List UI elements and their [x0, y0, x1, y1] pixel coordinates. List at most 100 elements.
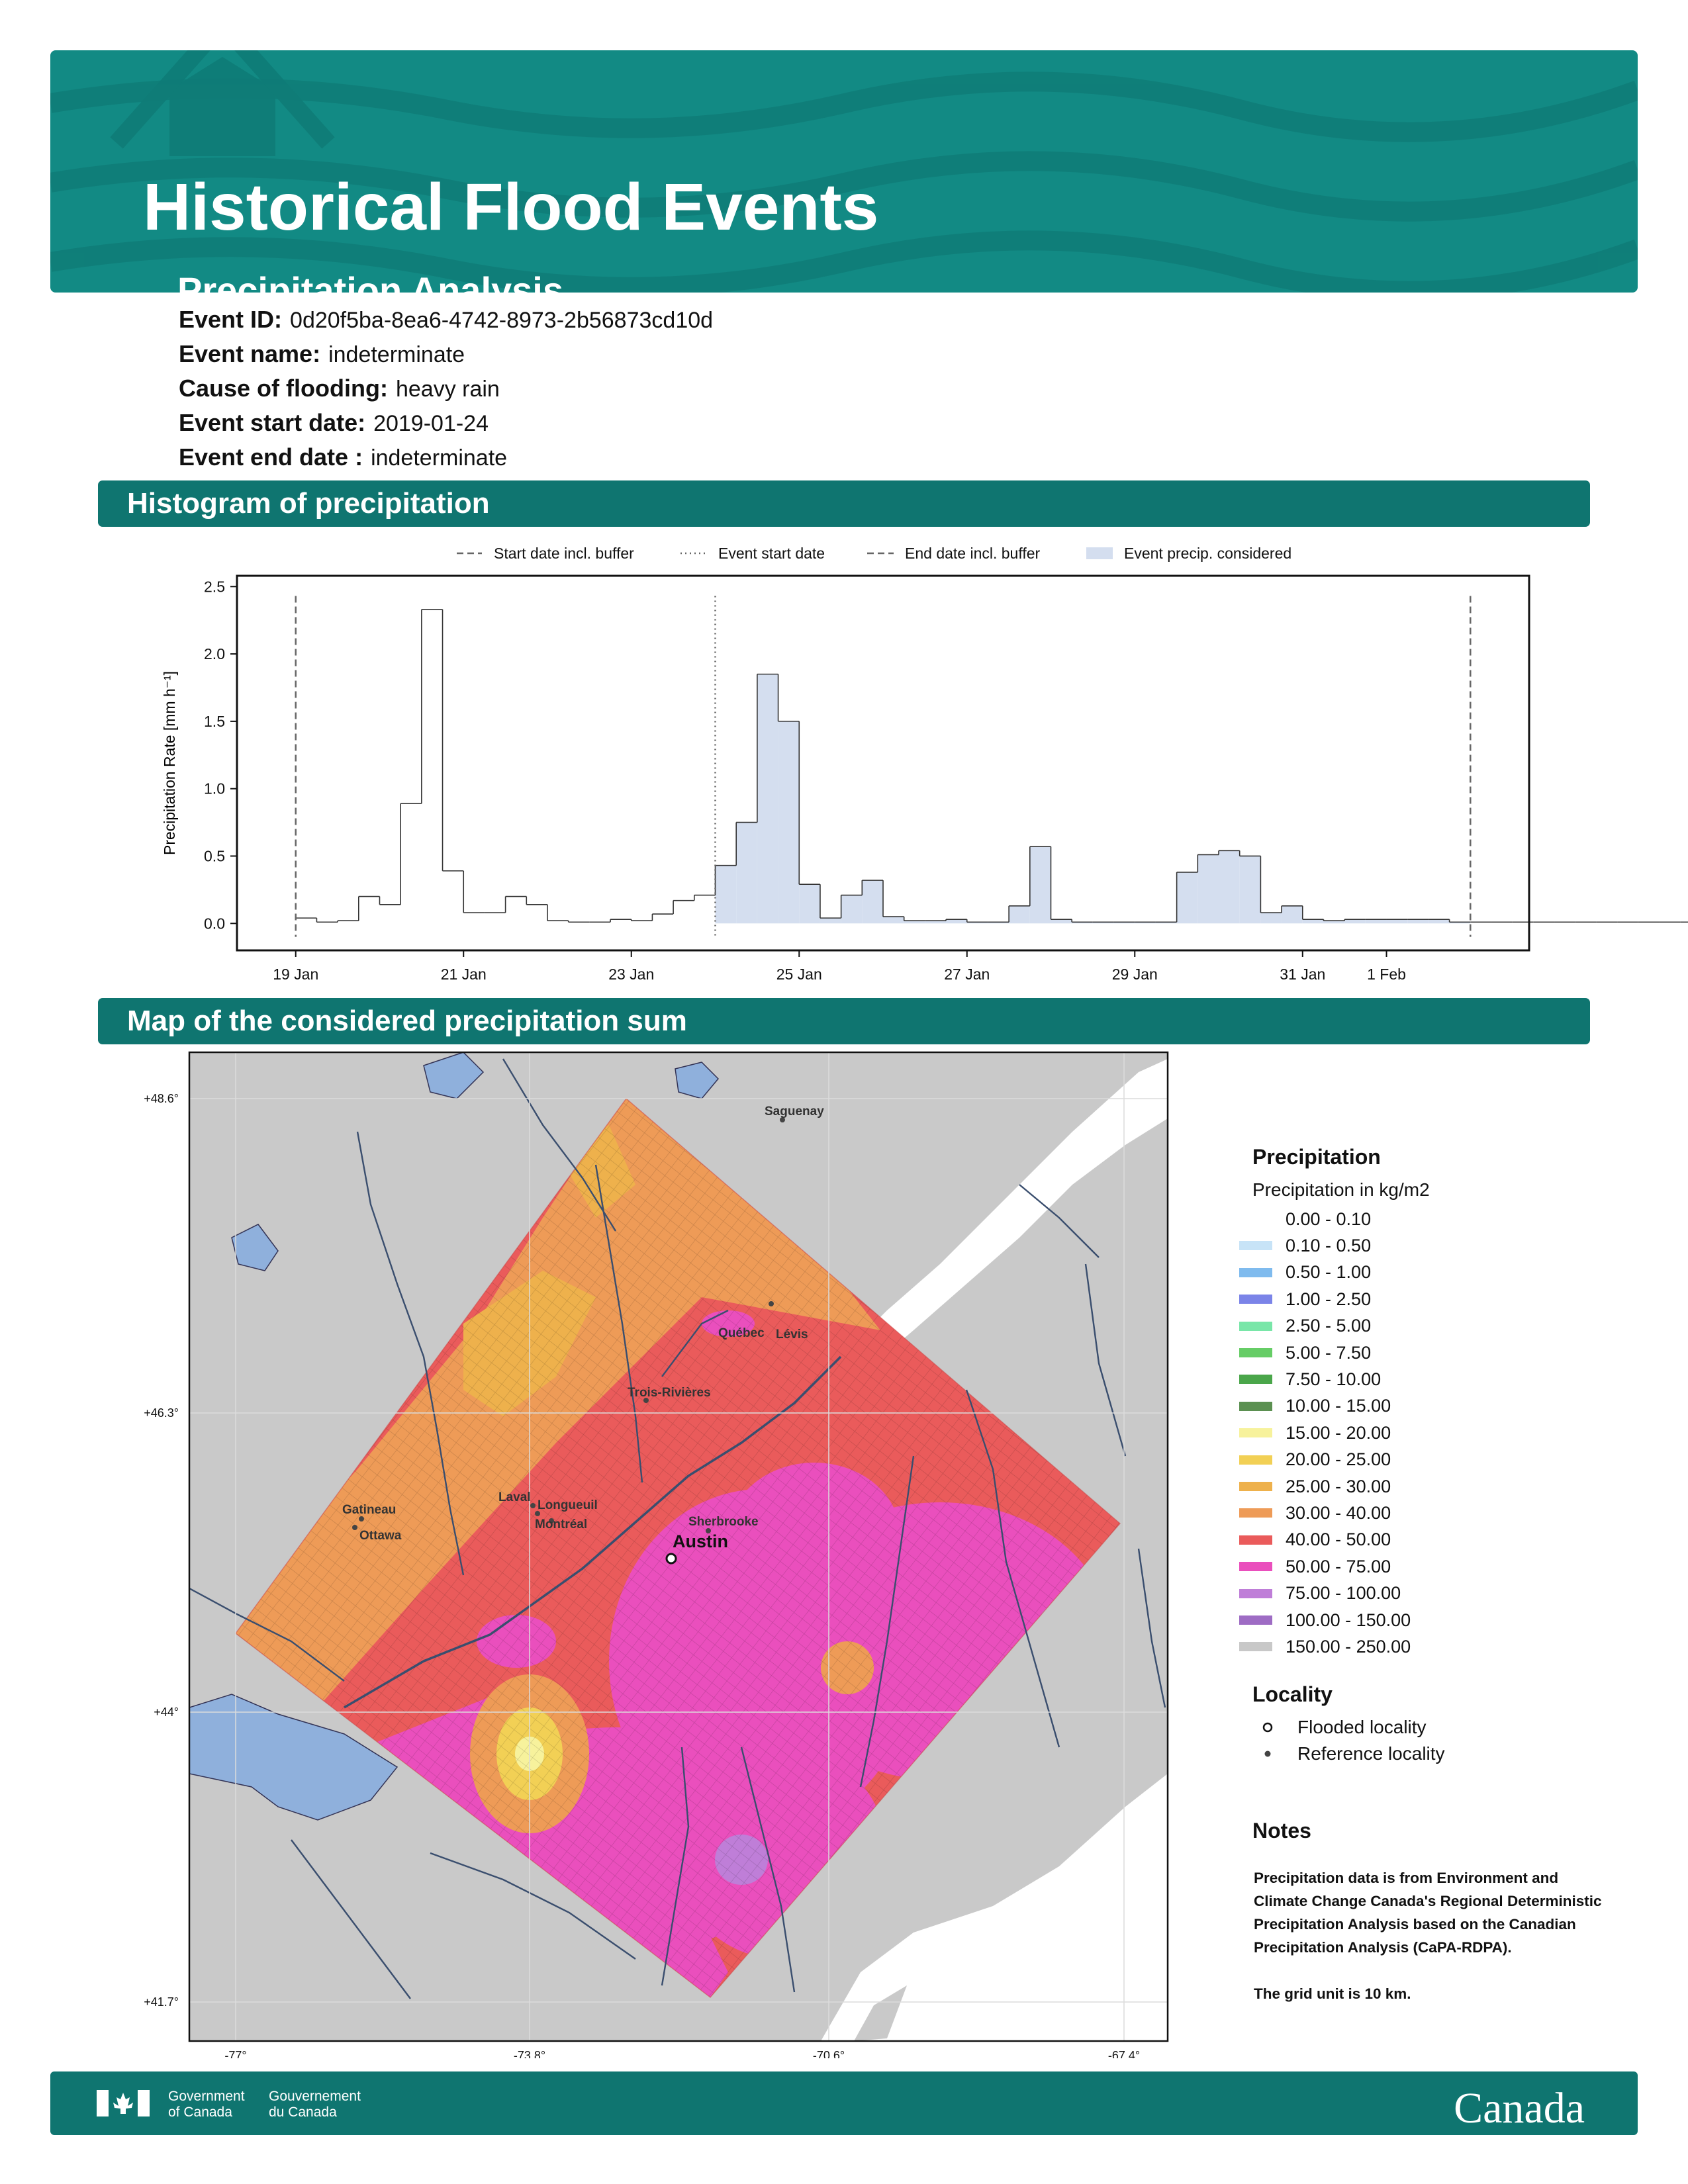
- legend-subtitle: Precipitation in kg/m2: [1252, 1179, 1430, 1200]
- event-name-row: Event name: indeterminate: [179, 340, 465, 368]
- legend-bin-row: 100.00 - 150.00: [1239, 1607, 1411, 1633]
- flooded-locality-label: Austin: [673, 1531, 728, 1551]
- house-icon: [110, 50, 335, 156]
- histogram-event-bar: [820, 918, 841, 924]
- legend-bin-label: 40.00 - 50.00: [1286, 1529, 1391, 1550]
- legend-event-precip-swatch: [1086, 547, 1113, 559]
- histogram-event-bar: [1239, 856, 1261, 924]
- canada-wordmark: Canada: [1454, 2084, 1585, 2132]
- histogram-event-bar: [1407, 919, 1429, 924]
- legend-event-precip-label: Event precip. considered: [1124, 545, 1291, 562]
- gov-en-line2: of Canada: [168, 2105, 232, 2120]
- notes-body: Precipitation data is from Environment a…: [1254, 1866, 1611, 2005]
- y-tick-label: 2.0: [204, 645, 225, 662]
- x-tick-label: 21 Jan: [441, 966, 487, 983]
- lon-tick-4: -67.4°: [1108, 2049, 1140, 2058]
- gatineau-dot: [359, 1516, 364, 1522]
- histogram-event-bar: [778, 721, 800, 924]
- legend-flooded-label: Flooded locality: [1297, 1717, 1427, 1737]
- legend-bin-label: 0.10 - 0.50: [1286, 1235, 1372, 1255]
- laval-label: Laval: [498, 1490, 531, 1504]
- event-id-row: Event ID: 0d20f5ba-8ea6-4742-8973-2b56873…: [179, 306, 713, 334]
- histogram-event-bar: [1365, 919, 1387, 924]
- legend-bin-swatch: [1239, 1401, 1272, 1411]
- flooded-locality-icon: [1262, 1722, 1273, 1733]
- histogram-event-bar: [1282, 905, 1303, 924]
- event-end-row: Event end date : indeterminate: [179, 443, 507, 471]
- gov-fr-line2: du Canada: [269, 2105, 337, 2120]
- event-id-label: Event ID:: [179, 306, 283, 333]
- legend-bin-label: 0.50 - 1.00: [1286, 1262, 1372, 1283]
- event-id-value: 0d20f5ba-8ea6-4742-8973-2b56873cd10d: [290, 308, 714, 333]
- legend-bin-row: 0.00 - 0.10: [1239, 1206, 1371, 1232]
- gov-en-line1: Government: [168, 2089, 245, 2104]
- event-end-value: indeterminate: [371, 445, 508, 471]
- legend-bin-label: 5.00 - 7.50: [1286, 1342, 1372, 1363]
- precipitation-histogram: Start date incl. buffer Event start date…: [161, 545, 1688, 983]
- legend-bin-swatch: [1239, 1428, 1272, 1438]
- event-start-row: Event start date: 2019-01-24: [179, 409, 489, 437]
- legend-bin-row: 30.00 - 40.00: [1239, 1500, 1391, 1526]
- x-tick-label: 19 Jan: [273, 966, 318, 983]
- legend-bin-row: 50.00 - 75.00: [1239, 1553, 1391, 1580]
- legend-bin-label: 25.00 - 30.00: [1286, 1476, 1391, 1496]
- locality-legend-title: Locality: [1252, 1682, 1333, 1706]
- legend-bin-swatch: [1239, 1455, 1272, 1465]
- y-tick-label: 1.0: [204, 780, 225, 797]
- legend-bin-row: 25.00 - 30.00: [1239, 1473, 1391, 1500]
- legend-bin-swatch: [1239, 1241, 1272, 1251]
- legend-bin-swatch: [1239, 1615, 1272, 1625]
- y-tick-label: 2.5: [204, 578, 225, 595]
- legend-bin-swatch: [1239, 1214, 1272, 1224]
- histogram-event-bar: [1344, 919, 1366, 924]
- histogram-legend: Start date incl. buffer Event start date…: [457, 545, 1291, 562]
- legend-bin-label: 50.00 - 75.00: [1286, 1556, 1391, 1576]
- gatineau-label: Gatineau: [342, 1503, 396, 1517]
- legend-bin-row: 20.00 - 25.00: [1239, 1447, 1391, 1473]
- legend-bin-label: 30.00 - 40.00: [1286, 1502, 1391, 1523]
- longueuil-label: Longueuil: [538, 1498, 598, 1512]
- event-cause-label: Cause of flooding:: [179, 375, 388, 402]
- x-tick-label: 29 Jan: [1112, 966, 1158, 983]
- legend-bin-label: 150.00 - 250.00: [1286, 1636, 1411, 1657]
- reference-locality-icon: [1264, 1751, 1271, 1757]
- notes-source-text: Precipitation data is from Environment a…: [1254, 1870, 1602, 1956]
- y-tick-label: 1.5: [204, 713, 225, 730]
- legend-start-buffer-label: Start date incl. buffer: [494, 545, 634, 562]
- lon-tick-1: -77°: [224, 2049, 246, 2058]
- histogram-step-line: [295, 609, 1688, 923]
- legend-bin-label: 75.00 - 100.00: [1286, 1583, 1401, 1604]
- histogram-event-bar: [736, 822, 757, 924]
- legend-bin-label: 100.00 - 150.00: [1286, 1610, 1411, 1630]
- histogram-event-bar: [1051, 919, 1072, 924]
- histogram-event-bar: [1428, 919, 1450, 924]
- laval-dot: [530, 1503, 536, 1508]
- lon-tick-2: -73.8°: [514, 2049, 545, 2058]
- histogram-event-bar: [841, 895, 863, 924]
- histogram-event-bar: [1302, 919, 1324, 924]
- histogram-event-bar: [1029, 846, 1051, 924]
- trois-rivieres-label: Trois-Rivières: [628, 1386, 711, 1400]
- legend-bin-label: 2.50 - 5.00: [1286, 1316, 1372, 1336]
- legend-bin-label: 20.00 - 25.00: [1286, 1449, 1391, 1470]
- notes-title: Notes: [1252, 1819, 1311, 1843]
- gov-fr-line1: Gouvernement: [269, 2089, 361, 2104]
- map-canvas: Saguenay Québec Lévis Trois-Rivières Gat…: [189, 1052, 1168, 2041]
- footer: Government of Canada Gouvernement du Can…: [50, 2071, 1638, 2135]
- header-banner: Historical Flood Events Precipitation An…: [50, 50, 1638, 293]
- legend-bin-label: 0.00 - 0.10: [1286, 1208, 1372, 1229]
- gov-fr: Gouvernement du Canada: [269, 2089, 361, 2120]
- sherbrooke-label: Sherbrooke: [688, 1515, 759, 1529]
- histogram-event-bar: [799, 884, 820, 924]
- gov-en: Government of Canada: [168, 2089, 245, 2120]
- page-subtitle: Precipitation Analysis: [177, 269, 563, 293]
- legend-bin-row: 75.00 - 100.00: [1239, 1580, 1401, 1607]
- canada-flag-icon: [97, 2090, 150, 2116]
- histogram-y-axis: 0.0 0.5 1.0 1.5 2.0 2.5: [204, 578, 237, 932]
- event-start-value: 2019-01-24: [373, 411, 489, 436]
- histogram-event-bar: [946, 919, 967, 924]
- x-tick-label: 1 Feb: [1367, 966, 1406, 983]
- legend-bin-label: 1.00 - 2.50: [1286, 1289, 1372, 1309]
- levis-label: Lévis: [776, 1328, 808, 1342]
- legend-bin-row: 10.00 - 15.00: [1239, 1393, 1391, 1420]
